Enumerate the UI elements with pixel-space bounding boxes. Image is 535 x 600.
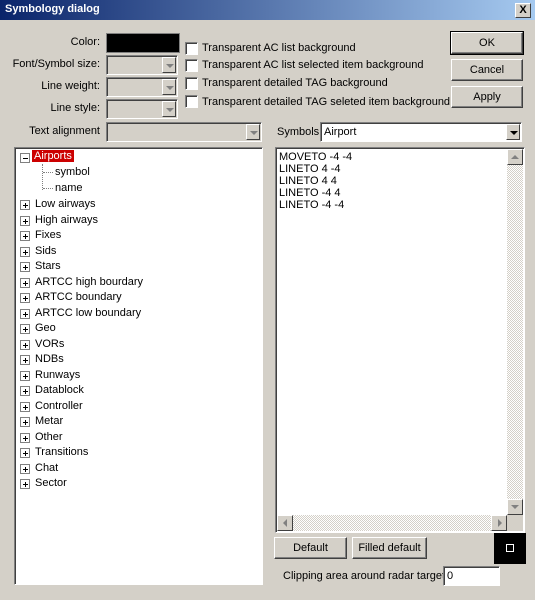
checkbox-label: Transparent detailed TAG background [202,77,388,89]
expand-icon[interactable] [20,262,30,272]
symbols-label: Symbols [277,126,320,138]
tree-item[interactable]: Fixes [35,228,61,243]
tree-item[interactable]: ARTCC boundary [35,290,122,305]
tree-item[interactable]: ARTCC low boundary [35,306,141,321]
scroll-right-icon[interactable] [491,515,507,531]
chevron-down-icon [162,57,176,73]
tree-item-airports[interactable]: Airports [32,149,74,164]
chevron-down-icon [162,101,176,117]
scroll-down-icon[interactable] [507,499,523,515]
symbol-line: LINETO 4 4 [279,175,337,187]
line-weight-label: Line weight: [41,80,100,92]
checkbox-ac-list-selected-bg[interactable] [185,59,198,72]
expand-icon[interactable] [20,370,30,381]
color-label: Color: [70,36,100,48]
close-button[interactable]: X [515,3,531,18]
tree-item[interactable]: Datablock [35,383,84,398]
expand-icon[interactable] [20,401,30,412]
filled-default-button[interactable]: Filled default [352,537,427,559]
checkbox-label: Transparent detailed TAG seleted item ba… [202,96,451,108]
text-alignment-label: Text alignment [29,125,100,137]
expand-icon[interactable] [20,448,30,458]
font-size-label: Font/Symbol size: [12,58,100,70]
tree-item-name[interactable]: name [55,181,83,196]
font-size-select[interactable] [106,55,178,75]
tree-item[interactable]: Chat [35,461,58,476]
expand-icon[interactable] [20,417,30,427]
line-style-label: Line style: [50,102,100,114]
symbol-line: LINETO 4 -4 [279,163,341,175]
apply-button[interactable]: Apply [451,86,523,108]
checkbox-tag-bg[interactable] [185,77,198,90]
ok-button[interactable]: OK [450,31,524,55]
expand-icon[interactable] [20,293,30,303]
tree-connector [43,172,53,173]
tree-item[interactable]: Runways [35,368,80,383]
expand-icon[interactable] [20,277,30,288]
expand-icon[interactable] [20,215,30,226]
expand-icon[interactable] [20,308,30,319]
symbol-line: LINETO -4 4 [279,187,341,199]
scroll-corner [507,515,523,531]
tree-item[interactable]: ARTCC high bourdary [35,275,143,290]
expand-icon[interactable] [20,339,30,350]
symbol-preview [494,533,526,564]
expand-icon[interactable] [20,432,30,443]
scroll-left-icon[interactable] [277,515,293,531]
symbols-selected-value: Airport [324,126,357,138]
default-button[interactable]: Default [274,537,347,559]
expand-icon[interactable] [20,200,30,210]
line-style-select[interactable] [106,99,178,119]
symbols-select[interactable]: Airport [320,122,522,142]
expand-icon[interactable] [20,463,30,474]
tree-item[interactable]: Sector [35,476,67,491]
symbol-definition-list[interactable]: MOVETO -4 -4 LINETO 4 -4 LINETO 4 4 LINETO … [275,147,525,533]
vertical-scrollbar[interactable] [507,149,523,514]
tree-item-symbol[interactable]: symbol [55,165,90,180]
expand-icon[interactable] [20,246,30,257]
square-icon [506,544,514,552]
expand-icon[interactable] [20,386,30,396]
tree-item[interactable]: Transitions [35,445,88,460]
tree-connector [42,164,43,190]
collapse-icon[interactable] [20,153,30,163]
tree-connector [43,188,53,189]
tree-item[interactable]: Stars [35,259,61,274]
checkbox-tag-selected-bg[interactable] [185,95,198,108]
color-swatch[interactable] [106,33,180,53]
tree-item[interactable]: Controller [35,399,83,414]
expand-icon[interactable] [20,231,30,241]
tree-view[interactable]: Airports symbol name Low airways High air… [14,147,263,585]
chevron-down-icon[interactable] [506,124,520,140]
clipping-label: Clipping area around radar targets [283,570,451,582]
line-weight-select[interactable] [106,77,178,97]
checkbox-ac-list-bg[interactable] [185,42,198,55]
horizontal-scrollbar[interactable] [277,515,507,531]
chevron-down-icon [246,124,260,140]
tree-item[interactable]: Geo [35,321,56,336]
checkbox-label: Transparent AC list background [202,42,356,54]
expand-icon[interactable] [20,324,30,334]
window-title: Symbology dialog [5,3,100,15]
symbol-line: MOVETO -4 -4 [279,151,353,163]
expand-icon[interactable] [20,479,30,489]
tree-item[interactable]: Metar [35,414,63,429]
tree-item[interactable]: Low airways [35,197,96,212]
checkbox-label: Transparent AC list selected item backgr… [202,59,424,71]
tree-item[interactable]: Sids [35,244,56,259]
text-alignment-select[interactable] [106,122,262,142]
scroll-up-icon[interactable] [507,149,523,165]
tree-item[interactable]: NDBs [35,352,64,367]
cancel-button[interactable]: Cancel [451,59,523,81]
tree-item[interactable]: VORs [35,337,64,352]
expand-icon[interactable] [20,355,30,365]
clipping-input[interactable]: 0 [443,566,500,586]
tree-item[interactable]: Other [35,430,63,445]
tree-item[interactable]: High airways [35,213,98,228]
symbol-line: LINETO -4 -4 [279,199,345,211]
chevron-down-icon [162,79,176,95]
